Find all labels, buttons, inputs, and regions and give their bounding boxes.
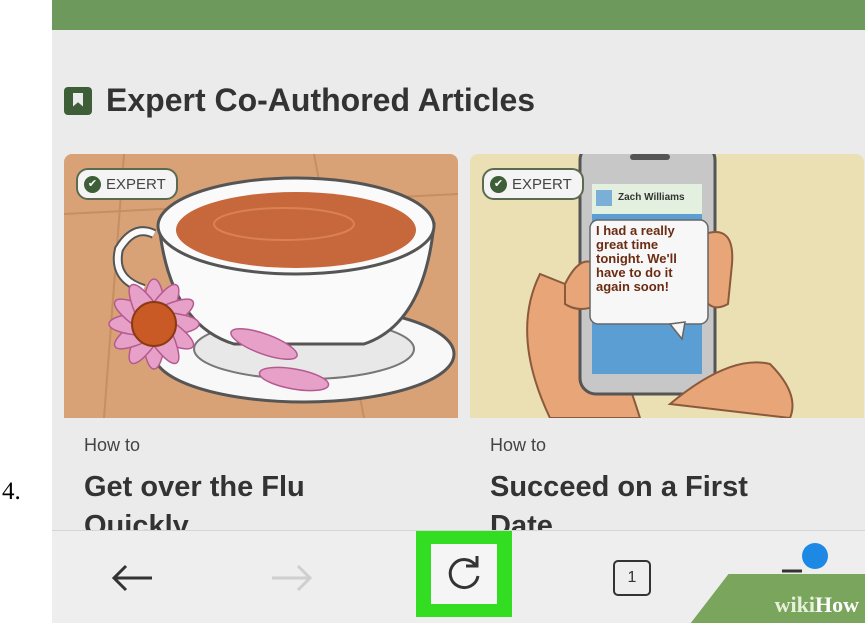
browser-screen: Expert Co-Authored Articles ✔ EXPERT How…: [52, 0, 865, 623]
forward-button[interactable]: [252, 531, 332, 623]
message-line: great time: [596, 237, 659, 252]
expert-badge: ✔ EXPERT: [76, 168, 178, 200]
back-button[interactable]: [92, 531, 172, 623]
section-heading: Expert Co-Authored Articles: [64, 82, 535, 119]
message-line: tonight. We'll: [596, 251, 677, 266]
message-line: again soon!: [596, 279, 669, 294]
message-line: have to do it: [596, 265, 673, 280]
tab-count: 1: [613, 559, 651, 596]
top-banner: [52, 0, 865, 30]
article-card-first-date[interactable]: Zach Williams I had a really great time …: [470, 154, 864, 554]
bookmark-icon: [64, 86, 92, 115]
reload-button-inner: [431, 544, 497, 604]
card-title[interactable]: Succeed on a First: [490, 471, 748, 504]
text-message: I had a really great time tonight. We'll…: [596, 224, 708, 294]
browser-toolbar: 1 wikiHow: [52, 530, 865, 623]
verified-check-icon: ✔: [84, 175, 101, 193]
badge-label: EXPERT: [512, 175, 572, 193]
watermark-how: How: [815, 592, 859, 617]
how-to-label: How to: [490, 435, 547, 455]
badge-label: EXPERT: [106, 175, 166, 193]
section-title: Expert Co-Authored Articles: [106, 82, 536, 118]
notification-dot: [802, 543, 828, 569]
reload-icon: [448, 556, 480, 590]
reload-button[interactable]: [416, 531, 512, 617]
how-to-label: How to: [84, 435, 141, 455]
card-title[interactable]: Get over the Flu: [84, 471, 305, 504]
contact-name: Zach Williams: [618, 192, 685, 203]
verified-check-icon: ✔: [490, 175, 507, 193]
back-arrow-icon: [111, 564, 152, 591]
tabs-button[interactable]: 1: [592, 531, 672, 623]
watermark-wiki: wiki: [774, 592, 815, 617]
article-card-flu[interactable]: ✔ EXPERT How to Get over the Flu Quickly: [64, 154, 458, 554]
step-number: 4.: [2, 478, 21, 505]
message-line: I had a really: [596, 223, 675, 238]
forward-arrow-icon: [272, 564, 313, 591]
expert-badge: ✔ EXPERT: [482, 168, 584, 200]
wikihow-logo: wikiHow: [775, 592, 859, 618]
